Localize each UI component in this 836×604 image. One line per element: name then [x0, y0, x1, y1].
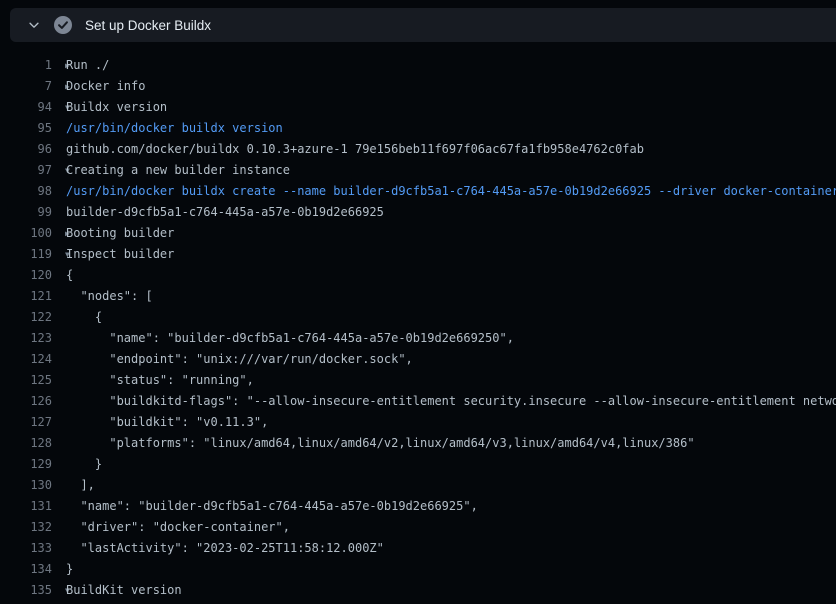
- log-line-text: {: [66, 307, 102, 328]
- log-line: 122 {: [0, 307, 836, 328]
- line-number[interactable]: 135: [0, 580, 52, 601]
- line-number[interactable]: 7: [0, 76, 52, 97]
- log-line: 128 "platforms": "linux/amd64,linux/amd6…: [0, 433, 836, 454]
- log-line: 120 {: [0, 265, 836, 286]
- log-line-text: /usr/bin/docker buildx create --name bui…: [66, 181, 836, 202]
- log-line-text: "platforms": "linux/amd64,linux/amd64/v2…: [66, 433, 695, 454]
- line-number[interactable]: 130: [0, 475, 52, 496]
- log-line: 123 "name": "builder-d9cfb5a1-c764-445a-…: [0, 328, 836, 349]
- log-line-text: }: [66, 454, 102, 475]
- log-line: 119 ▼ Inspect builder: [0, 244, 836, 265]
- log-line-text: "endpoint": "unix:///var/run/docker.sock…: [66, 349, 413, 370]
- log-line: 95 /usr/bin/docker buildx version: [0, 118, 836, 139]
- line-number[interactable]: 124: [0, 349, 52, 370]
- log-line-text[interactable]: Run ./: [66, 55, 109, 76]
- log-line: 100 ▶ Booting builder: [0, 223, 836, 244]
- line-number[interactable]: 99: [0, 202, 52, 223]
- line-number[interactable]: 134: [0, 559, 52, 580]
- log-line: 126 "buildkitd-flags": "--allow-insecure…: [0, 391, 836, 412]
- group-toggle-triangle-icon[interactable]: ▶: [52, 55, 66, 76]
- line-number[interactable]: 123: [0, 328, 52, 349]
- log-line-text[interactable]: Booting builder: [66, 223, 174, 244]
- log-line-text[interactable]: Creating a new builder instance: [66, 160, 290, 181]
- log-line: 96 github.com/docker/buildx 0.10.3+azure…: [0, 139, 836, 160]
- line-number[interactable]: 132: [0, 517, 52, 538]
- log-line: 125 "status": "running",: [0, 370, 836, 391]
- log-line-text: {: [66, 265, 73, 286]
- line-number[interactable]: 121: [0, 286, 52, 307]
- log-line-text: ],: [66, 475, 95, 496]
- step-header[interactable]: Set up Docker Buildx: [10, 8, 836, 42]
- line-number[interactable]: 131: [0, 496, 52, 517]
- line-number[interactable]: 129: [0, 454, 52, 475]
- log-line-text[interactable]: BuildKit version: [66, 580, 182, 601]
- group-toggle-triangle-icon[interactable]: ▼: [52, 97, 66, 118]
- log-line: 99 builder-d9cfb5a1-c764-445a-a57e-0b19d…: [0, 202, 836, 223]
- log-line: 134 }: [0, 559, 836, 580]
- log-line-text: /usr/bin/docker buildx version: [66, 118, 283, 139]
- log-line: 130 ],: [0, 475, 836, 496]
- log-line-text: }: [66, 559, 73, 580]
- log-line: 135 ▼ BuildKit version: [0, 580, 836, 601]
- log-line-text: "nodes": [: [66, 286, 153, 307]
- line-number[interactable]: 128: [0, 433, 52, 454]
- line-number[interactable]: 97: [0, 160, 52, 181]
- line-number[interactable]: 100: [0, 223, 52, 244]
- log-line-text: "name": "builder-d9cfb5a1-c764-445a-a57e…: [66, 328, 514, 349]
- log-line: 127 "buildkit": "v0.11.3",: [0, 412, 836, 433]
- group-toggle-triangle-icon[interactable]: ▼: [52, 244, 66, 265]
- log-line-text: builder-d9cfb5a1-c764-445a-a57e-0b19d2e6…: [66, 202, 384, 223]
- log-line-text[interactable]: Buildx version: [66, 97, 167, 118]
- log-line: 1 ▶ Run ./: [0, 55, 836, 76]
- line-number[interactable]: 122: [0, 307, 52, 328]
- log-line-text: "buildkit": "v0.11.3",: [66, 412, 268, 433]
- log-line: 98 /usr/bin/docker buildx create --name …: [0, 181, 836, 202]
- log-line: 121 "nodes": [: [0, 286, 836, 307]
- line-number[interactable]: 133: [0, 538, 52, 559]
- check-circle-icon: [54, 16, 72, 34]
- log-line: 124 "endpoint": "unix:///var/run/docker.…: [0, 349, 836, 370]
- log-line-text: "status": "running",: [66, 370, 254, 391]
- step-title: Set up Docker Buildx: [85, 18, 211, 33]
- line-number[interactable]: 119: [0, 244, 52, 265]
- chevron-down-icon[interactable]: [23, 14, 45, 36]
- log-line: 7 ▶ Docker info: [0, 76, 836, 97]
- log-line-text[interactable]: Docker info: [66, 76, 145, 97]
- log-line: 129 }: [0, 454, 836, 475]
- line-number[interactable]: 95: [0, 118, 52, 139]
- log-line: 97 ▼ Creating a new builder instance: [0, 160, 836, 181]
- log-line-text: "lastActivity": "2023-02-25T11:58:12.000…: [66, 538, 384, 559]
- line-number[interactable]: 1: [0, 55, 52, 76]
- log-line-text[interactable]: Inspect builder: [66, 244, 174, 265]
- line-number[interactable]: 98: [0, 181, 52, 202]
- line-number[interactable]: 125: [0, 370, 52, 391]
- log-line: 132 "driver": "docker-container",: [0, 517, 836, 538]
- line-number[interactable]: 120: [0, 265, 52, 286]
- log-line-text: "driver": "docker-container",: [66, 517, 290, 538]
- log-line: 131 "name": "builder-d9cfb5a1-c764-445a-…: [0, 496, 836, 517]
- log-line-text: "buildkitd-flags": "--allow-insecure-ent…: [66, 391, 836, 412]
- log-line-text: github.com/docker/buildx 0.10.3+azure-1 …: [66, 139, 644, 160]
- group-toggle-triangle-icon[interactable]: ▶: [52, 76, 66, 97]
- line-number[interactable]: 94: [0, 97, 52, 118]
- line-number[interactable]: 96: [0, 139, 52, 160]
- log-line-text: "name": "builder-d9cfb5a1-c764-445a-a57e…: [66, 496, 478, 517]
- group-toggle-triangle-icon[interactable]: ▼: [52, 580, 66, 601]
- log-body: 1 ▶ Run ./ 7 ▶ Docker info 94 ▼ Buildx v…: [0, 42, 836, 604]
- group-toggle-triangle-icon[interactable]: ▼: [52, 160, 66, 181]
- log-line: 94 ▼ Buildx version: [0, 97, 836, 118]
- line-number[interactable]: 126: [0, 391, 52, 412]
- group-toggle-triangle-icon[interactable]: ▶: [52, 223, 66, 244]
- log-line: 133 "lastActivity": "2023-02-25T11:58:12…: [0, 538, 836, 559]
- line-number[interactable]: 127: [0, 412, 52, 433]
